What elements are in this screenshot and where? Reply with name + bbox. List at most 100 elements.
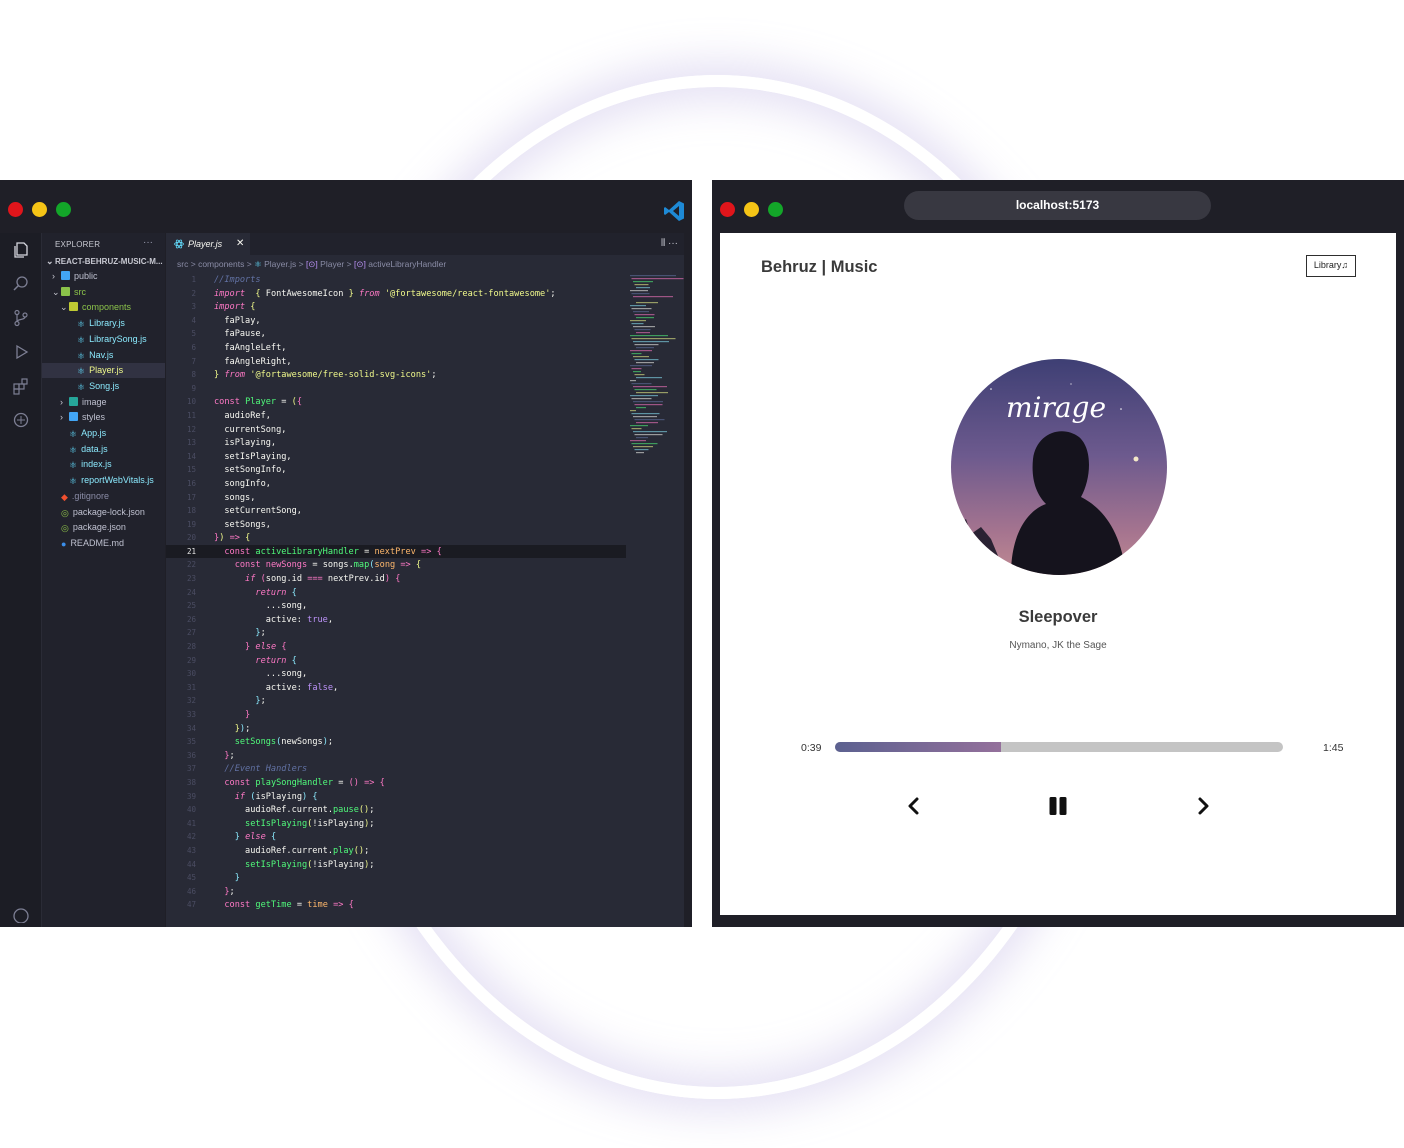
tree-folder[interactable]: › styles (42, 410, 165, 425)
code-token: { (415, 560, 422, 571)
line-number: 4 (191, 315, 196, 325)
tree-file[interactable]: ⚛ index.js (42, 457, 165, 472)
breadcrumb-symbol-player[interactable]: Player (320, 259, 344, 269)
breadcrumb-symbol-handler[interactable]: activeLibraryHandler (368, 259, 446, 269)
minimap-line (634, 449, 649, 451)
code-token: ; (364, 845, 370, 856)
minimize-window-button[interactable] (32, 202, 47, 217)
source-control-icon[interactable] (12, 309, 30, 327)
run-debug-icon[interactable] (12, 343, 30, 361)
chevron-right-icon: › (52, 271, 55, 281)
next-track-button[interactable] (1192, 795, 1214, 817)
tree-file[interactable]: ⚛ Library.js (42, 316, 165, 331)
close-tab-icon[interactable]: ✕ (236, 233, 244, 255)
code-token: faPause, (214, 329, 266, 340)
minimap-line (631, 323, 644, 325)
folder-icon (61, 271, 70, 280)
line-number: 24 (186, 587, 196, 597)
tree-file[interactable]: ⚛ Player.js (42, 363, 165, 379)
tree-file[interactable]: ⚛ Nav.js (42, 348, 165, 363)
code-line: 28 } else { (166, 640, 626, 654)
react-file-icon: ⚛ (69, 429, 78, 439)
code-token: setIsPlaying (245, 818, 308, 829)
code-token: pause (333, 805, 359, 816)
tree-file[interactable]: ◎ package-lock.json (42, 505, 165, 520)
code-line: 17 songs, (166, 491, 626, 505)
maximize-window-button[interactable] (768, 202, 783, 217)
minimap-line (636, 332, 650, 334)
tree-folder[interactable]: › public (42, 269, 165, 284)
tree-item-label: package-lock.json (72, 506, 145, 517)
code-token: Player (245, 397, 277, 408)
code-token: ; (431, 370, 437, 381)
tab-player-js[interactable]: Player.js ✕ (166, 233, 250, 255)
progress-slider[interactable] (835, 742, 1283, 752)
close-window-button[interactable] (8, 202, 23, 217)
more-actions-icon[interactable]: ··· (143, 237, 153, 248)
extensions-icon[interactable] (12, 377, 30, 395)
code-token: , (333, 682, 339, 693)
breadcrumb-components[interactable]: components (198, 259, 244, 269)
tree-folder[interactable]: ⌄ components (42, 300, 165, 315)
tree-file[interactable]: ● README.md (42, 536, 165, 551)
tree-file[interactable]: ⚛ data.js (42, 442, 165, 457)
minimap-line (633, 356, 649, 358)
breadcrumb-file[interactable]: Player.js (264, 259, 296, 269)
breadcrumb: src > components > ⚛ Player.js > [⊙] Pla… (177, 259, 446, 270)
explorer-icon[interactable] (12, 241, 30, 259)
project-folder[interactable]: ⌄REACT-BEHRUZ-MUSIC-M... (46, 254, 163, 269)
line-number: 5 (191, 329, 196, 339)
line-number: 12 (186, 424, 196, 434)
code-line: 5 faPause, (166, 327, 626, 341)
code-area[interactable]: 1 //Imports 2 import { FontAwesomeIcon } fr… (166, 273, 626, 912)
maximize-window-button[interactable] (56, 202, 71, 217)
folder-icon (69, 302, 78, 312)
pause-button[interactable] (1047, 795, 1069, 817)
search-icon[interactable] (12, 275, 30, 293)
minimap-line (634, 284, 649, 286)
code-line: 12 currentSong, (166, 423, 626, 437)
minimize-window-button[interactable] (744, 202, 759, 217)
tree-item-label: reportWebVitals.js (81, 475, 154, 486)
code-token: { (291, 655, 297, 666)
chevron-right-icon: › (60, 412, 63, 423)
tree-file[interactable]: ◆ .gitignore (42, 489, 165, 504)
tree-file[interactable]: ◎ package.json (42, 520, 165, 535)
code-token: const (214, 397, 240, 408)
tree-file[interactable]: ⚛ Song.js (42, 379, 165, 394)
account-icon[interactable] (12, 905, 30, 923)
ai-assistant-icon[interactable] (12, 411, 30, 429)
code-line: 19 setSongs, (166, 518, 626, 532)
line-number: 9 (191, 383, 196, 393)
code-line: 11 audioRef, (166, 409, 626, 423)
tree-file[interactable]: ⚛ App.js (42, 426, 165, 441)
tree-file[interactable]: ⚛ reportWebVitals.js (42, 473, 165, 488)
close-window-button[interactable] (720, 202, 735, 217)
tree-folder[interactable]: › image (42, 395, 165, 410)
tree-file[interactable]: ⚛ LibrarySong.js (42, 332, 165, 347)
code-token: ...song, (214, 601, 308, 612)
split-editor-icon[interactable]: ⫴ ··· (661, 233, 678, 255)
minimap[interactable] (628, 275, 684, 455)
line-number: 17 (186, 492, 196, 502)
react-file-icon: ⚛ (69, 476, 78, 487)
browser-window: localhost:5173 Behruz | Music Library♫ m… (712, 180, 1404, 927)
tree-item-label: Player.js (89, 365, 124, 376)
vscode-logo-icon (664, 201, 684, 221)
code-token: if (234, 791, 246, 802)
tree-item-label: public (74, 271, 98, 281)
minimap-line (630, 290, 648, 292)
tree-folder[interactable]: ⌄ src (42, 285, 165, 300)
minimap-line (631, 338, 676, 340)
breadcrumb-src[interactable]: src (177, 259, 188, 269)
code-line: 32 }; (166, 694, 626, 708)
previous-track-button[interactable] (903, 795, 925, 817)
address-bar[interactable]: localhost:5173 (904, 191, 1211, 220)
code-token: ; (369, 859, 375, 870)
library-button[interactable]: Library♫ (1306, 255, 1356, 277)
